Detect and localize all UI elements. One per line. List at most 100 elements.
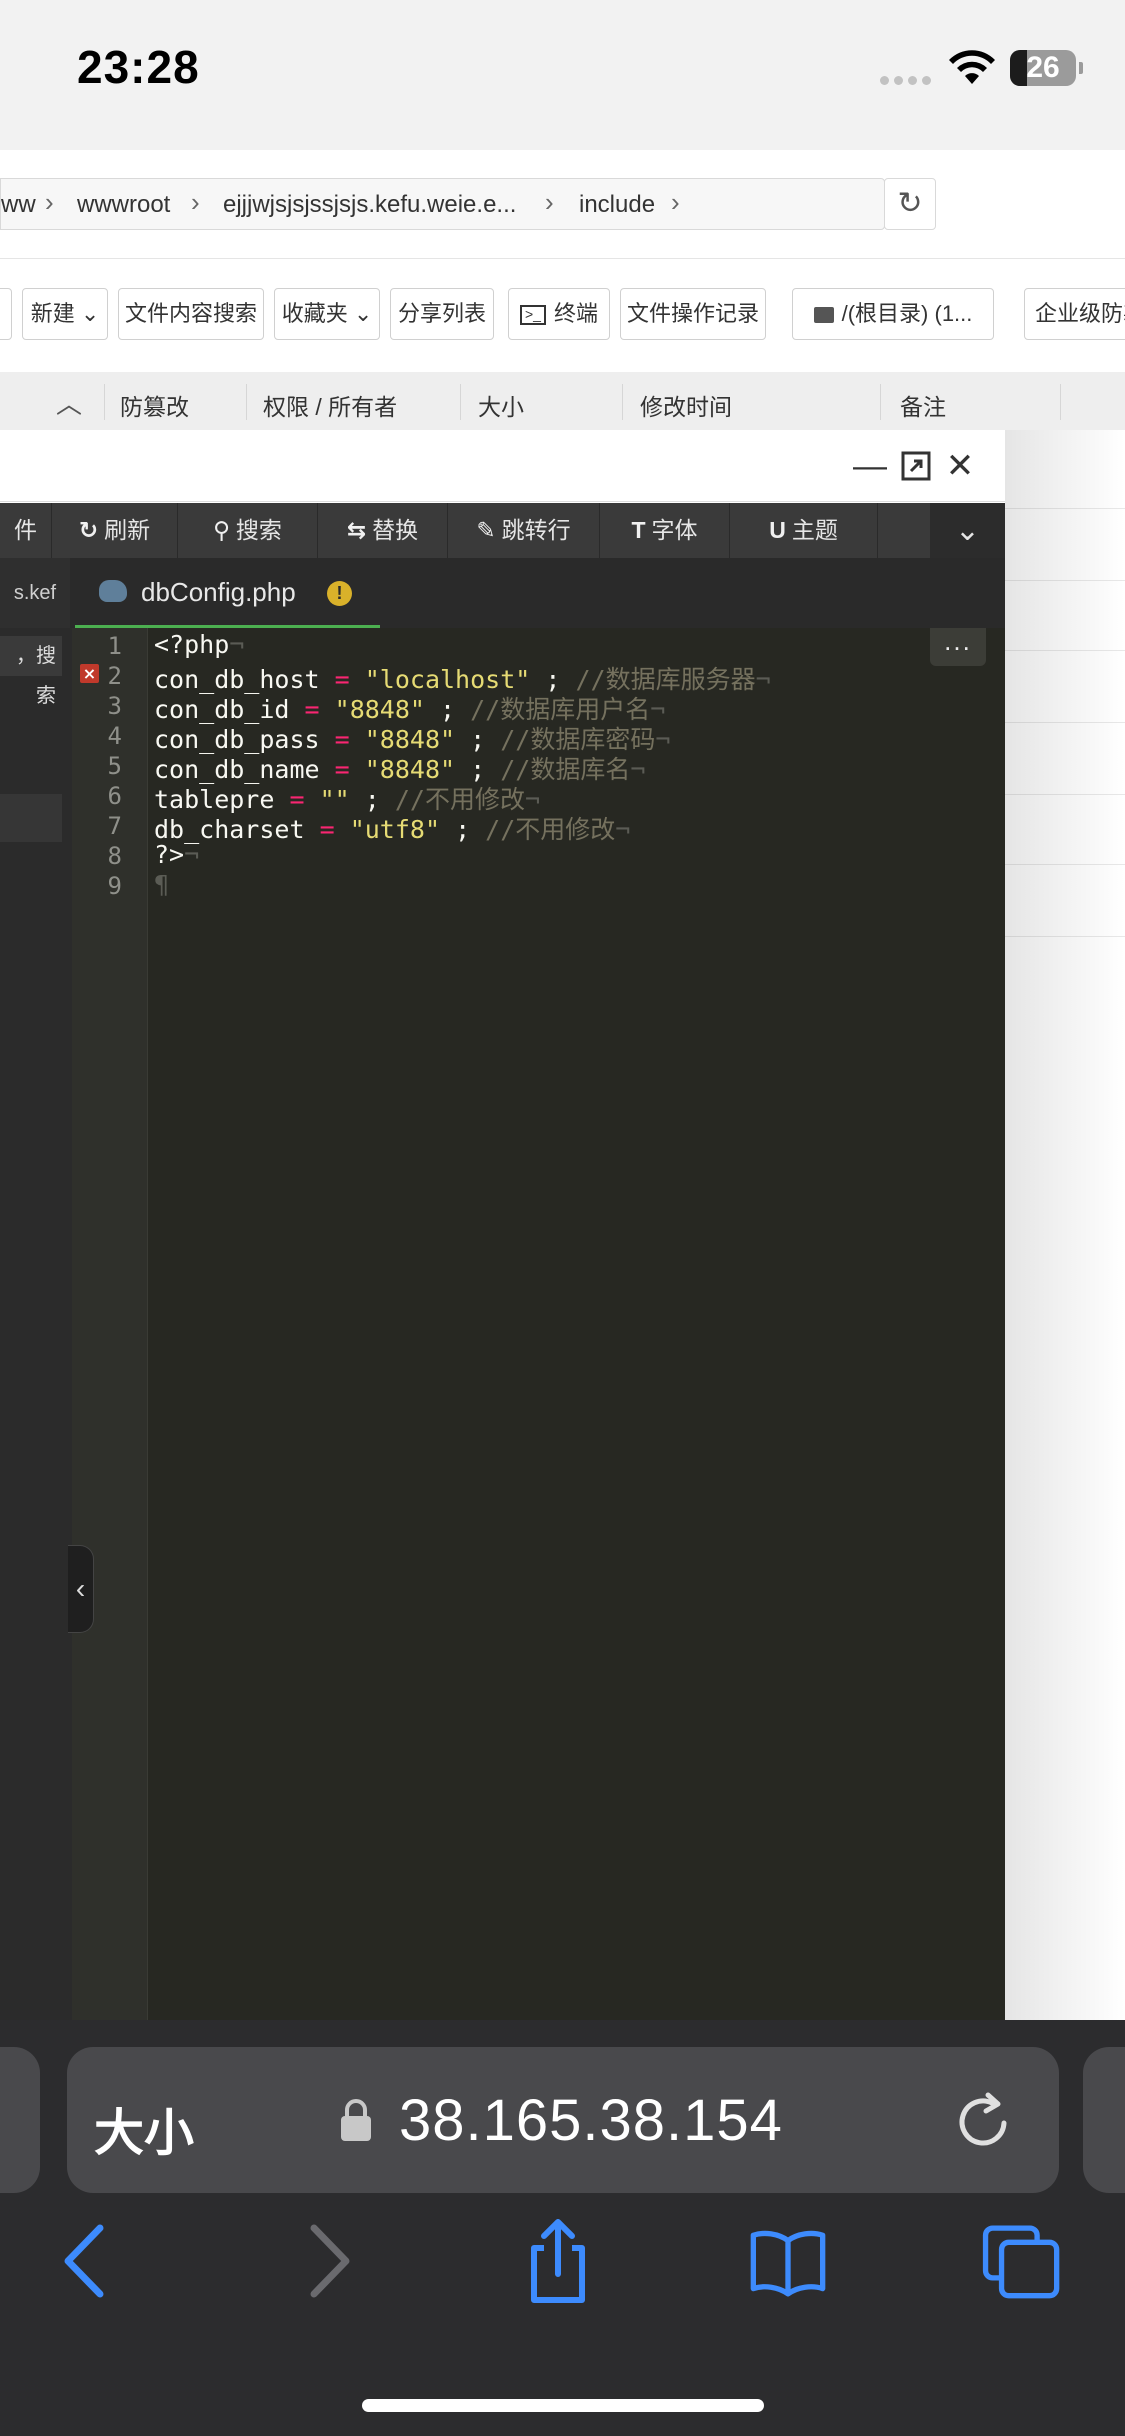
file-operation-log-button[interactable]: 文件操作记录 xyxy=(620,288,766,340)
code-editor[interactable]: <?php¬ con_db_host = "localhost" ; //数据库… xyxy=(148,628,1005,2020)
sidebar-file-item[interactable] xyxy=(0,794,62,842)
column-divider xyxy=(622,384,623,420)
column-divider xyxy=(880,384,881,420)
line-number: 4 xyxy=(107,722,122,750)
editor-tab-other[interactable]: s.kef xyxy=(0,558,70,628)
favorites-dropdown-button[interactable]: 收藏夹 ⌄ xyxy=(274,288,380,340)
more-options-button[interactable]: ... xyxy=(930,628,986,666)
new-dropdown-button[interactable]: 新建 ⌄ xyxy=(22,288,108,340)
editor-toolbar: 件 ↻ 刷新 ⚲ 搜索 ⇆ 替换 ✎ 跳转行 T 字体 U 主题 ⌄ xyxy=(0,503,1005,558)
root-directory-button[interactable]: /(根目录) (1... xyxy=(792,288,994,340)
code-text: ?> xyxy=(154,840,185,869)
close-icon[interactable]: ✕ xyxy=(942,448,978,484)
sidebar-collapse-button[interactable]: ‹ xyxy=(68,1545,94,1633)
code-text: <?php xyxy=(154,630,230,659)
text-size-button[interactable]: 大小 xyxy=(94,2093,194,2165)
forward-icon[interactable] xyxy=(290,2216,370,2306)
refresh-icon: ↻ xyxy=(78,517,99,543)
new-label: 新建 xyxy=(30,301,75,326)
breadcrumb-item-wwwroot[interactable]: wwwroot xyxy=(77,191,170,219)
previous-tab-peek[interactable] xyxy=(0,2047,40,2193)
bookmarks-icon[interactable] xyxy=(748,2216,828,2306)
chevron-down-icon[interactable]: ⌄ xyxy=(930,503,1005,558)
chevron-left-icon: ‹ xyxy=(75,1573,86,1604)
breadcrumb-item-site[interactable]: ejjjwjsjsjssjsjs.kefu.weie.e... xyxy=(223,191,516,219)
lock-icon xyxy=(341,2099,371,2141)
theme-label: 主题 xyxy=(791,517,838,543)
column-divider xyxy=(460,384,461,420)
status-bar: 23:28 26 xyxy=(0,0,1125,150)
sort-chevron-up-icon[interactable]: ︿ xyxy=(56,384,82,421)
breadcrumb-item-include[interactable]: include xyxy=(579,191,655,219)
enterprise-tamper-button[interactable]: 企业级防篡 xyxy=(1024,288,1125,340)
code-line: ¶ xyxy=(154,870,170,899)
line-number: 5 xyxy=(107,752,122,780)
terminal-icon: >_ xyxy=(519,305,546,326)
favorites-label: 收藏夹 xyxy=(281,301,348,326)
share-icon[interactable] xyxy=(518,2216,598,2306)
font-icon: T xyxy=(631,517,646,543)
share-list-button[interactable]: 分享列表 xyxy=(390,288,494,340)
editor-theme-button[interactable]: U 主题 xyxy=(730,503,878,558)
column-header-mtime[interactable]: 修改时间 xyxy=(640,388,732,422)
maximize-icon[interactable] xyxy=(898,448,934,484)
magnet-icon: U xyxy=(769,517,786,543)
column-header-size[interactable]: 大小 xyxy=(478,388,524,422)
divider xyxy=(0,258,1125,259)
editor-font-button[interactable]: T 字体 xyxy=(600,503,730,558)
path-refresh-button[interactable]: ↻ xyxy=(884,178,936,230)
code-text: db_charset = "utf8" ; //不用修改 xyxy=(154,815,616,844)
terminal-button[interactable]: >_ 终端 xyxy=(508,288,610,340)
line-number: 8 xyxy=(107,842,122,870)
column-header-note[interactable]: 备注 xyxy=(900,388,946,422)
chevron-down-icon: ⌄ xyxy=(353,301,373,326)
editor-search-button[interactable]: ⚲ 搜索 xyxy=(178,503,318,558)
breadcrumb-item-www[interactable]: ww xyxy=(1,191,36,219)
refresh-label: 刷新 xyxy=(104,517,151,543)
code-line: db_charset = "utf8" ; //不用修改¬ xyxy=(154,815,631,844)
tab-filename: dbConfig.php xyxy=(141,577,296,607)
column-header-permission[interactable]: 权限 / 所有者 xyxy=(263,388,397,422)
refresh-icon: ↻ xyxy=(897,187,923,220)
column-divider xyxy=(104,384,105,420)
battery-tip xyxy=(1079,62,1083,74)
line-number: 6 xyxy=(107,782,122,810)
url-text: 38.165.38.154 xyxy=(399,2088,783,2153)
editor-replace-button[interactable]: ⇆ 替换 xyxy=(318,503,448,558)
column-divider xyxy=(246,384,247,420)
line-number: 7 xyxy=(107,812,122,840)
file-content-search-button[interactable]: 文件内容搜索 xyxy=(118,288,264,340)
line-number: 1 xyxy=(107,632,122,660)
text-size-label: 大小 xyxy=(94,2105,194,2161)
home-indicator xyxy=(362,2399,764,2412)
editor-file-sidebar: ，搜索 xyxy=(0,628,72,2020)
address-bar[interactable]: 大小 38.165.38.154 xyxy=(67,2047,1059,2193)
editor-tab-active[interactable]: dbConfig.php ! xyxy=(75,558,380,628)
file-table-header: ︿ 防篡改 权限 / 所有者 大小 修改时间 备注 xyxy=(0,372,1125,430)
minimize-icon[interactable]: — xyxy=(852,448,888,484)
editor-refresh-button[interactable]: ↻ 刷新 xyxy=(52,503,178,558)
search-label: 搜索 xyxy=(235,517,282,543)
status-time: 23:28 xyxy=(77,41,200,93)
goto-line-label: 跳转行 xyxy=(501,517,571,543)
cellular-signal-icon xyxy=(880,72,936,85)
editor-file-button[interactable]: 件 xyxy=(0,503,52,558)
toolbar-button-partial[interactable] xyxy=(0,288,12,340)
font-label: 字体 xyxy=(651,517,698,543)
editor-goto-line-button[interactable]: ✎ 跳转行 xyxy=(448,503,600,558)
wifi-icon xyxy=(949,50,995,84)
editor-window-titlebar[interactable]: — ✕ xyxy=(0,430,1005,502)
line-number: 9 xyxy=(107,872,122,900)
chevron-right-icon: › xyxy=(45,187,54,217)
root-directory-label: /(根目录) (1... xyxy=(841,301,973,326)
php-file-icon xyxy=(99,580,127,602)
window-shadow xyxy=(1005,430,1125,2020)
reload-icon[interactable] xyxy=(952,2089,1016,2153)
battery-icon: 26 xyxy=(1010,50,1076,86)
column-header-tamper[interactable]: 防篡改 xyxy=(120,388,189,422)
tabs-icon[interactable] xyxy=(982,2216,1062,2306)
search-icon: ⚲ xyxy=(213,517,230,543)
sidebar-search-button[interactable]: ，搜索 xyxy=(0,636,62,707)
back-icon[interactable] xyxy=(44,2216,124,2306)
next-tab-peek[interactable] xyxy=(1083,2047,1125,2193)
